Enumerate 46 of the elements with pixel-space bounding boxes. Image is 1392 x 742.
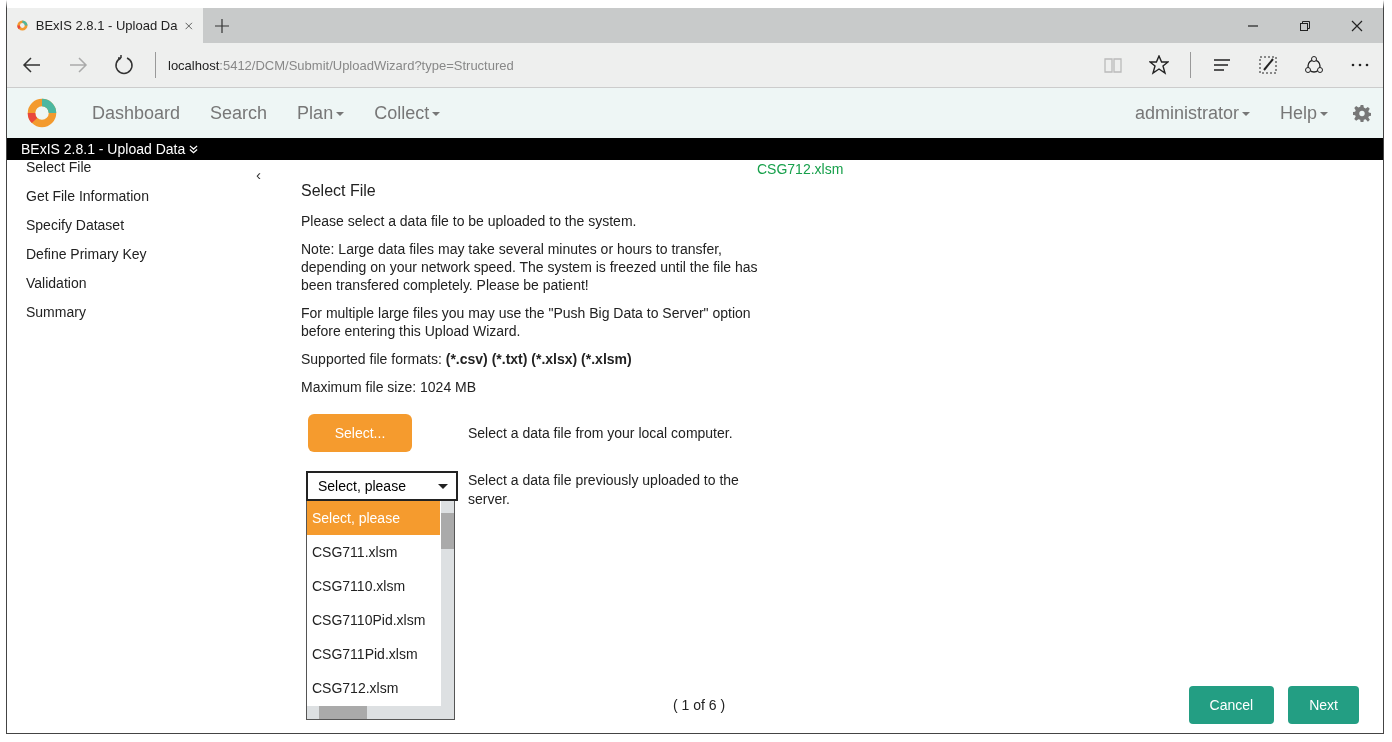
paragraph: Supported file formats: (*.csv) (*.txt) (*.xlsx) (*.xlsm) xyxy=(301,350,633,368)
wizard-step[interactable]: Summary xyxy=(26,305,263,334)
share-icon[interactable] xyxy=(1304,55,1324,75)
chevron-icon[interactable] xyxy=(189,144,199,154)
nav-link[interactable]: Help xyxy=(1279,102,1328,124)
settings-icon[interactable] xyxy=(1353,104,1371,122)
star-icon[interactable] xyxy=(1149,55,1169,75)
page-title[interactable]: BExIS 2.8.1 - Upload Data xyxy=(21,138,186,160)
scrollbar[interactable] xyxy=(307,706,454,719)
nav-link[interactable]: administrator xyxy=(1134,102,1250,124)
nav-link[interactable]: Dashboard xyxy=(92,102,181,124)
selected-file-name: CSG712.xlsm xyxy=(757,161,844,177)
nav-link[interactable]: Collect xyxy=(374,102,441,124)
paragraph: Note: Large data files may take several minutes or hours to transfer, depending on your network speed. The system is freezed until the file has been transfered completely. Please be patient! xyxy=(301,240,759,294)
refresh-icon[interactable] xyxy=(114,55,134,75)
logo-icon xyxy=(17,17,28,34)
dropdown-option[interactable]: CSG711Pid.xlsm xyxy=(307,637,440,671)
dropdown-option[interactable]: CSG7110.xlsm xyxy=(307,569,440,603)
restore-icon[interactable] xyxy=(1299,19,1311,32)
page-counter: ( 1 of 6 ) xyxy=(673,697,726,713)
hint-text: Select a data file from your local computer. xyxy=(468,425,733,441)
hint-text: Select a data file previously uploaded to the server. xyxy=(468,471,740,509)
paragraph: For multiple large files you may use the "Push Big Data to Server" option before entering this Upload Wizard. xyxy=(301,304,752,340)
back-icon[interactable] xyxy=(22,55,42,75)
nav-link[interactable]: Search xyxy=(210,102,268,124)
address-field[interactable]: localhost:5412/DCM/Submit/UploadWizard?type=Structured xyxy=(164,57,514,73)
paragraph: Maximum file size: 1024 MB xyxy=(301,378,478,396)
wizard-step[interactable]: Get File Information xyxy=(26,189,263,218)
browser-tab[interactable]: BExIS 2.8.1 - Upload Da xyxy=(7,8,203,43)
scrollbar[interactable] xyxy=(441,501,454,706)
section-heading: Select File xyxy=(301,182,377,200)
wizard-step[interactable]: Define Primary Key xyxy=(26,247,263,276)
tab-title: BExIS 2.8.1 - Upload Da xyxy=(35,18,178,33)
wizard-step[interactable]: Select File xyxy=(26,160,92,175)
close-icon[interactable] xyxy=(1351,19,1363,32)
dropdown-option[interactable]: CSG712.xlsm xyxy=(307,671,440,705)
dropdown-option[interactable]: CSG711.xlsm xyxy=(307,535,440,569)
new-tab-icon[interactable] xyxy=(215,18,229,33)
pen-icon[interactable] xyxy=(1258,55,1278,75)
paragraph: Please select a data file to be uploaded to the system. xyxy=(301,212,638,230)
wizard-step[interactable]: Specify Dataset xyxy=(26,218,263,247)
dropdown-option[interactable]: CSG7110Pid.xlsm xyxy=(307,603,440,637)
nav-link[interactable]: Plan xyxy=(297,102,345,124)
collapse-button[interactable]: ‹ xyxy=(256,166,263,183)
wizard-step[interactable]: Validation xyxy=(26,276,263,305)
logo-icon[interactable] xyxy=(27,98,57,128)
